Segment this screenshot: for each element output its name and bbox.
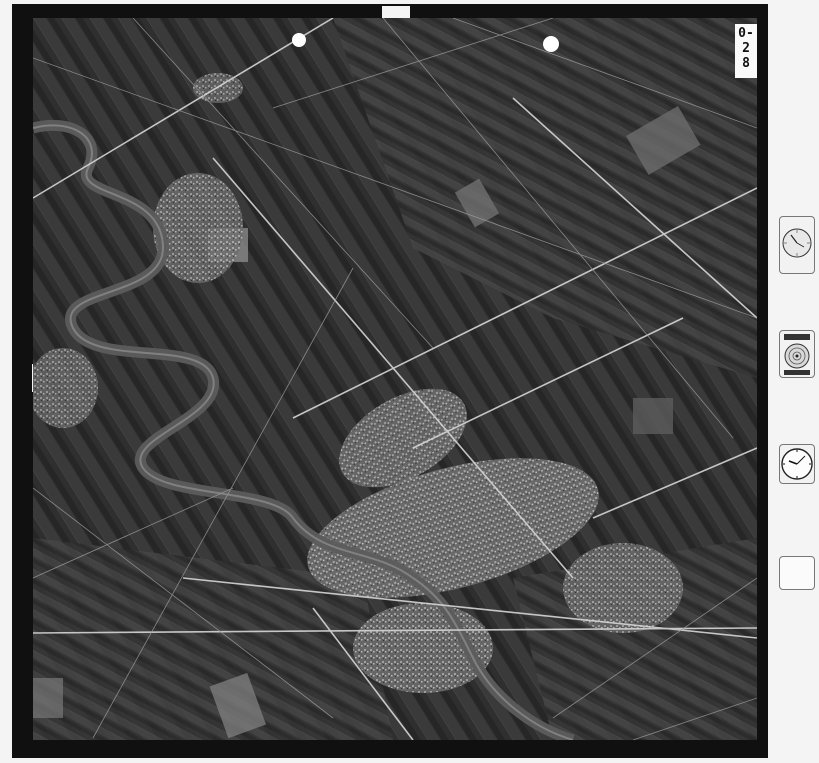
aerial-photograph-svg (33, 18, 757, 740)
frame-number-label: 0-2 8 (735, 24, 757, 78)
film-frame: 0-2 8 (0, 0, 819, 763)
altimeter-dial-icon (779, 216, 815, 274)
data-card (779, 556, 815, 590)
clock-icon (779, 444, 815, 484)
aerial-photograph (33, 18, 757, 740)
bubble-level-icon (779, 330, 815, 378)
